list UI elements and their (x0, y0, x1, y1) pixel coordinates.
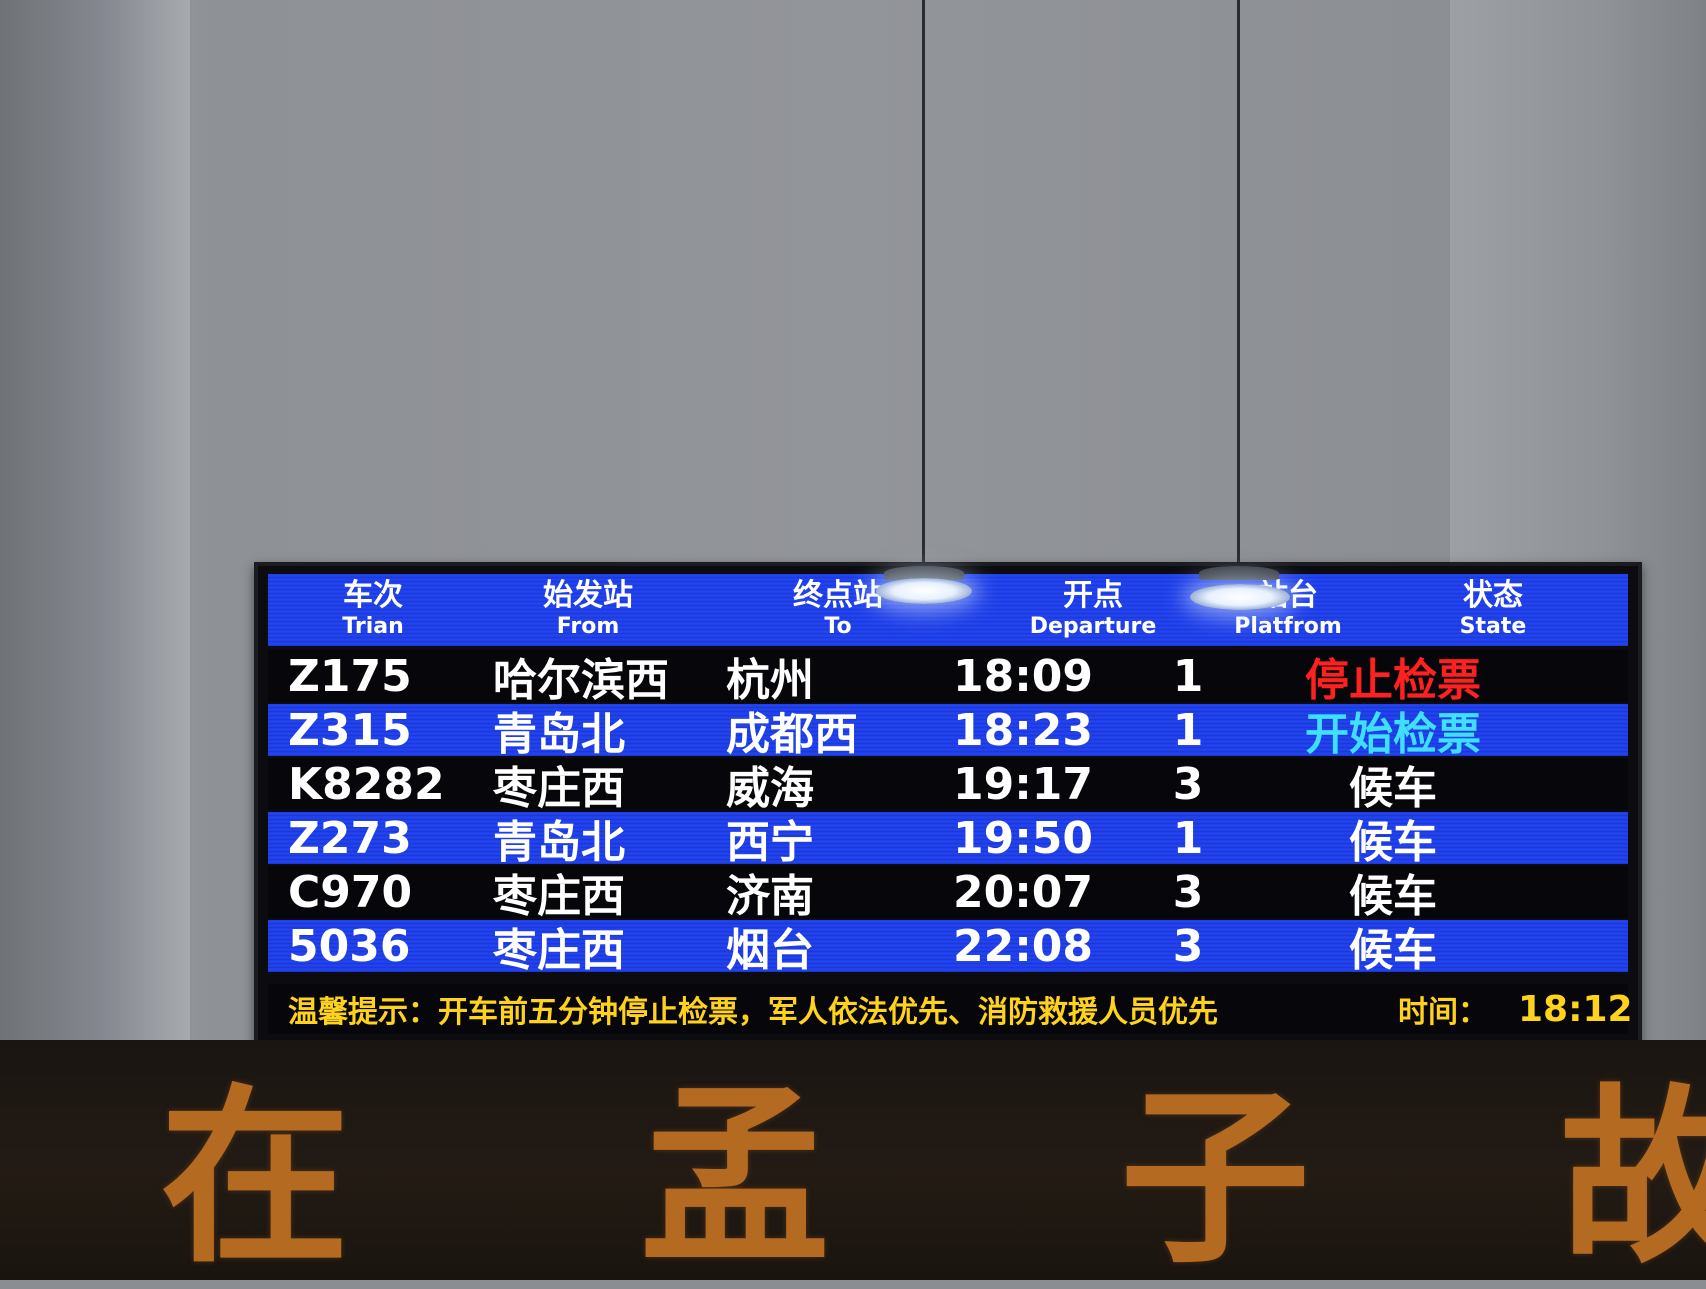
platform-number: 1 (1172, 650, 1204, 702)
platform-number: 1 (1172, 704, 1204, 756)
status-badge: 候车 (1349, 763, 1437, 814)
header-departure-en: Departure (1029, 614, 1157, 639)
destination-station: 杭州 (726, 655, 814, 706)
status-badge: 候车 (1349, 871, 1437, 922)
train-number: Z315 (288, 704, 412, 756)
platform-number: 1 (1172, 812, 1204, 864)
table-row: Z315 青岛北 成都西 18:23 1 开始检票 (268, 704, 1628, 760)
origin-station: 枣庄西 (493, 871, 625, 922)
departure-time: 18:23 (952, 704, 1094, 756)
signboard: 在 孟 子 故 (0, 1040, 1706, 1280)
origin-station: 青岛北 (493, 709, 625, 760)
departure-board: 车次 Trian 始发站 From 终点站 To 开点 Departure 站台… (254, 562, 1642, 1046)
status-badge: 开始检票 (1305, 709, 1481, 760)
sign-character: 子 (1120, 1066, 1311, 1289)
table-row: K8282 枣庄西 威海 19:17 3 候车 (268, 758, 1628, 814)
destination-station: 济南 (726, 871, 814, 922)
header-from: 始发站 From (508, 578, 668, 640)
notice-text: 温馨提示：开车前五分钟停止检票，军人依法优先、消防救援人员优先 (288, 995, 1218, 1030)
departure-time: 18:09 (952, 650, 1094, 702)
header-from-zh: 始发站 (543, 578, 633, 613)
train-number: K8282 (288, 758, 445, 810)
train-number: Z273 (288, 812, 412, 864)
status-badge: 候车 (1349, 817, 1437, 868)
status-badge: 候车 (1349, 925, 1437, 976)
status-badge: 停止检票 (1305, 655, 1481, 706)
header-departure-zh: 开点 (1063, 578, 1123, 613)
header-state-en: State (1459, 614, 1527, 639)
header-train-zh: 车次 (343, 578, 403, 613)
train-number: 5036 (288, 920, 411, 972)
train-number: C970 (288, 866, 413, 918)
platform-number: 3 (1172, 866, 1204, 918)
header-departure: 开点 Departure (1003, 578, 1183, 640)
departure-time: 19:17 (952, 758, 1094, 810)
origin-station: 枣庄西 (493, 763, 625, 814)
lamp-cap-right (1199, 566, 1279, 580)
destination-station: 西宁 (726, 817, 814, 868)
table-row: C970 枣庄西 济南 20:07 3 候车 (268, 866, 1628, 922)
destination-station: 威海 (726, 763, 814, 814)
sign-character: 孟 (640, 1066, 831, 1289)
departure-time: 19:50 (952, 812, 1094, 864)
header-to-zh: 终点站 (793, 578, 883, 613)
origin-station: 青岛北 (493, 817, 625, 868)
table-row: Z273 青岛北 西宁 19:50 1 候车 (268, 812, 1628, 868)
destination-station: 烟台 (726, 925, 814, 976)
departure-time: 22:08 (952, 920, 1094, 972)
train-number: Z175 (288, 650, 412, 702)
left-pillar (0, 0, 190, 1040)
header-state: 状态 State (1403, 578, 1583, 640)
ceiling-lamp-right (1190, 584, 1290, 610)
table-row: 5036 枣庄西 烟台 22:08 3 候车 (268, 920, 1628, 976)
time-label: 时间： (1398, 995, 1488, 1030)
sign-character: 在 (160, 1066, 351, 1289)
departure-time: 20:07 (952, 866, 1094, 918)
header-platform-en: Platfrom (1234, 614, 1342, 639)
table-row: Z175 哈尔滨西 杭州 18:09 1 停止检票 (268, 650, 1628, 706)
lamp-cord-right (1237, 0, 1240, 575)
header-train-en: Trian (342, 614, 404, 639)
origin-station: 哈尔滨西 (493, 655, 669, 706)
sign-character: 故 (1560, 1066, 1706, 1289)
platform-number: 3 (1172, 920, 1204, 972)
header-state-zh: 状态 (1463, 578, 1523, 613)
destination-station: 成都西 (726, 709, 858, 760)
notice-ticker: 温馨提示：开车前五分钟停止检票，军人依法优先、消防救援人员优先 时间： 18:1… (268, 984, 1633, 1034)
lamp-cord-left (922, 0, 925, 570)
header-from-en: From (556, 614, 620, 639)
platform-number: 3 (1172, 758, 1204, 810)
header-train: 车次 Trian (313, 578, 433, 640)
header-to-en: To (824, 614, 852, 639)
origin-station: 枣庄西 (493, 925, 625, 976)
ceiling-lamp-left (876, 578, 972, 604)
current-time: 18:12 (1518, 988, 1633, 1030)
